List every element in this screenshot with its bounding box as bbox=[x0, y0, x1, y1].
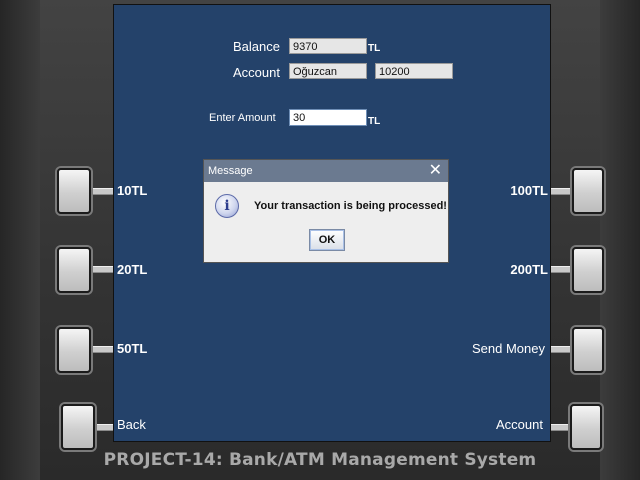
option-back[interactable]: Back bbox=[117, 417, 146, 432]
dialog-title: Message bbox=[208, 165, 253, 177]
connector-right-1 bbox=[549, 188, 573, 195]
footer-title: PROJECT-14: Bank/ATM Management System bbox=[103, 450, 537, 470]
option-send-money[interactable]: Send Money bbox=[472, 341, 545, 356]
amount-unit: TL bbox=[368, 116, 381, 127]
side-button-left-4[interactable] bbox=[61, 404, 95, 450]
balance-label: Balance bbox=[233, 39, 280, 54]
connector-left-1 bbox=[89, 188, 113, 195]
side-button-left-3[interactable] bbox=[57, 327, 91, 373]
side-button-left-2[interactable] bbox=[57, 247, 91, 293]
ok-button[interactable]: OK bbox=[309, 229, 345, 251]
option-20tl[interactable]: 20TL bbox=[117, 262, 147, 277]
side-button-right-1[interactable] bbox=[572, 168, 604, 214]
option-200tl[interactable]: 200TL bbox=[510, 262, 548, 277]
side-button-right-2[interactable] bbox=[572, 247, 604, 293]
amount-input[interactable]: 30 bbox=[289, 109, 367, 126]
dialog-title-bar: Message ✕ bbox=[204, 160, 448, 182]
account-number-field: 10200 bbox=[375, 63, 453, 79]
close-icon[interactable]: ✕ bbox=[429, 160, 442, 182]
option-100tl[interactable]: 100TL bbox=[510, 183, 548, 198]
amount-label: Enter Amount bbox=[209, 112, 276, 124]
dialog-message: Your transaction is being processed! bbox=[254, 200, 447, 212]
balance-field: 9370 bbox=[289, 38, 367, 54]
side-button-right-3[interactable] bbox=[572, 327, 604, 373]
account-name-field: Oğuzcan bbox=[289, 63, 367, 79]
account-label: Account bbox=[233, 65, 280, 80]
option-10tl[interactable]: 10TL bbox=[117, 183, 147, 198]
option-50tl[interactable]: 50TL bbox=[117, 341, 147, 356]
connector-right-3 bbox=[549, 346, 573, 353]
option-account[interactable]: Account bbox=[496, 417, 543, 432]
connector-left-3 bbox=[89, 346, 113, 353]
info-icon: i bbox=[215, 194, 239, 218]
side-button-right-4[interactable] bbox=[570, 404, 602, 450]
side-button-left-1[interactable] bbox=[57, 168, 91, 214]
connector-right-2 bbox=[549, 266, 573, 273]
connector-left-2 bbox=[89, 266, 113, 273]
message-dialog: Message ✕ i Your transaction is being pr… bbox=[203, 159, 449, 263]
balance-unit: TL bbox=[368, 43, 381, 54]
